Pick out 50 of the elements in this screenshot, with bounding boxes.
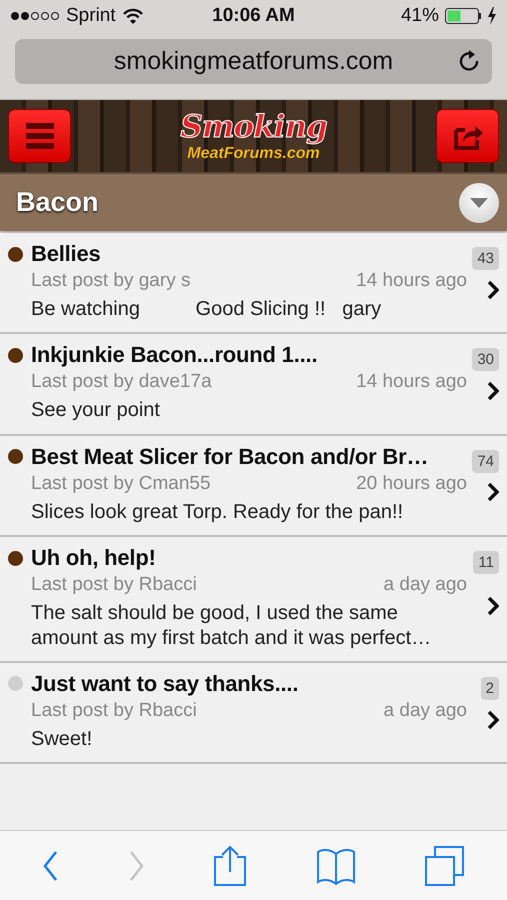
post-time: a day ago: [384, 700, 467, 722]
post-time: 20 hours ago: [356, 472, 467, 495]
share-button[interactable]: [436, 109, 499, 163]
post-time: a day ago: [384, 574, 467, 596]
post-excerpt: The salt should be good, I used the same amount as my first batch and it was perfect…: [30, 601, 432, 650]
last-post-author: Last post by Rbacci: [31, 700, 197, 722]
thread-title[interactable]: Inkjunkie Bacon...round 1....: [31, 342, 467, 368]
battery-percent: 41%: [400, 5, 439, 27]
reply-count: 2: [480, 676, 499, 700]
url-field[interactable]: smokingmeatforums.com: [15, 39, 492, 84]
forward-icon: [128, 850, 145, 882]
reply-count: 11: [473, 551, 499, 574]
thread-title[interactable]: Best Meat Slicer for Bacon and/or Br…: [31, 444, 467, 470]
caret-icon: [470, 198, 488, 208]
signal-icon: [10, 10, 60, 22]
thread-title[interactable]: Uh oh, help!: [31, 545, 467, 572]
last-post-author: Last post by dave17a: [31, 371, 212, 394]
reply-count: 43: [472, 247, 499, 270]
menu-button[interactable]: [8, 109, 71, 163]
chevron-right-icon: [487, 482, 499, 502]
charging-icon: [487, 7, 497, 25]
back-icon: [42, 850, 60, 882]
share-icon: [213, 845, 248, 887]
book-icon: [316, 846, 356, 886]
post-excerpt: Be watching Good Slicing !! gary: [30, 297, 382, 322]
wifi-icon: [122, 8, 144, 24]
thread-title[interactable]: Bellies: [31, 241, 467, 267]
menu-icon: [26, 123, 54, 149]
carrier-name: Sprint: [66, 5, 116, 27]
post-time: 14 hours ago: [356, 270, 467, 292]
last-post-author: Last post by Rbacci: [31, 574, 197, 596]
chevron-right-icon: [487, 280, 499, 300]
forum-title: Bacon: [16, 187, 99, 218]
chevron-right-icon: [487, 710, 499, 730]
chevron-right-icon: [487, 381, 499, 402]
post-excerpt: See your point: [30, 398, 161, 423]
tabs-icon: [424, 846, 465, 886]
post-excerpt: Sweet!: [30, 726, 94, 752]
reply-count: 74: [472, 450, 499, 473]
reply-count: 30: [472, 348, 499, 372]
last-post-author: Last post by Cman55: [31, 472, 211, 495]
battery-icon: [445, 8, 481, 24]
clock-time: 10:06 AM: [212, 5, 295, 27]
post-time: 14 hours ago: [356, 371, 467, 394]
post-excerpt: Slices look great Torp. Ready for the pan!!: [30, 500, 404, 524]
dropdown-button[interactable]: [459, 182, 499, 222]
last-post-author: Last post by gary s: [31, 270, 190, 292]
chevron-right-icon: [487, 596, 499, 616]
thread-title[interactable]: Just want to say thanks....: [31, 670, 467, 697]
reload-icon[interactable]: [458, 50, 480, 72]
